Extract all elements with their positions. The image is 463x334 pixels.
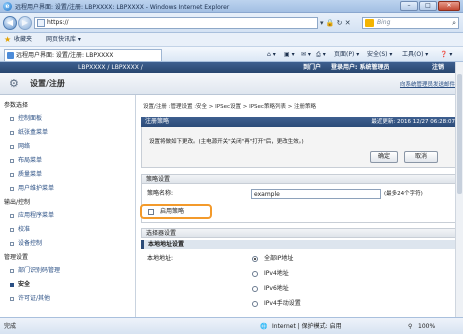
globe-icon: 🌐 <box>260 323 268 330</box>
status-bar: 完成 🌐 Internet | 保护模式: 启用 ⚲ 100% <box>0 317 463 334</box>
radio-ipv4-label: IPv4地址 <box>264 270 289 277</box>
sidebar-item-user-maintenance[interactable]: 用户维护菜单 <box>10 185 54 193</box>
policy-name-input[interactable] <box>251 189 381 199</box>
page-scrollbar[interactable] <box>455 62 463 317</box>
login-user: 登录用户: 系统管理员 <box>331 64 390 71</box>
zoom-icon[interactable]: ⚲ <box>408 318 412 334</box>
print-button[interactable]: ⎙ ▾ <box>316 51 326 59</box>
mail-button[interactable]: ✉ ▾ <box>301 51 311 59</box>
status-text: 完成 <box>4 323 17 330</box>
highlight-box <box>140 204 212 219</box>
sidebar-section-management: 管理设置 <box>4 254 29 261</box>
sidebar-item-department-id[interactable]: 部门识别码管理 <box>10 267 60 275</box>
browser-tab[interactable]: 远程用户界面: 设置/注册: LBPXXXX <box>4 49 162 61</box>
url-field[interactable]: https:// <box>34 17 318 29</box>
feeds-button[interactable]: ▣ ▾ <box>284 51 295 59</box>
sidebar-item-quality[interactable]: 质量菜单 <box>10 171 42 179</box>
sidebar-item-control-panel[interactable]: 控制面板 <box>10 115 42 123</box>
suggested-sites-link[interactable]: 网页快讯库 ▾ <box>46 36 81 44</box>
bing-icon <box>365 19 374 27</box>
cancel-button[interactable]: 取消 <box>404 151 438 163</box>
sidebar-item-license[interactable]: 许可证/其他 <box>10 295 50 303</box>
tab-page-icon <box>7 52 14 59</box>
portal-link[interactable]: 到门户 <box>303 62 321 73</box>
forward-button[interactable]: ▶ <box>18 16 32 30</box>
radio-ipv4-manual[interactable] <box>252 301 258 307</box>
logout-link[interactable]: 注销 <box>432 62 444 73</box>
sidebar: 参数选择 控制面板 纸张盒菜单 网络 布局菜单 质量菜单 用户维护菜单 输出/控… <box>0 95 136 317</box>
breadcrumb: 设置/注册 :管理设置 :安全 > IPSec设置 > IPSec策略列表 > … <box>143 104 317 110</box>
tab-command-bar: 远程用户界面: 设置/注册: LBPXXXX ⌂ ▾ ▣ ▾ ✉ ▾ ⎙ ▾ 页… <box>0 47 463 62</box>
address-bar: ◀ ▶ https:// ▾ 🔒 ↻ ✕ Bing ⌕ <box>0 13 463 33</box>
sidebar-item-calibration[interactable]: 校准 <box>10 226 30 234</box>
policy-name-hint: (最多24个字符) <box>384 191 423 197</box>
tools-menu[interactable]: 工具(O) ▾ <box>402 51 428 59</box>
policy-name-label: 策略名称: <box>147 190 174 197</box>
back-button[interactable]: ◀ <box>3 16 17 30</box>
radio-ipv4[interactable] <box>252 271 258 277</box>
search-icon[interactable]: ⌕ <box>452 19 456 27</box>
window-title: 远程用户界面: 设置/注册: LBPXXXX: LBPXXXX - Window… <box>15 4 230 11</box>
ok-button[interactable]: 确定 <box>370 151 398 163</box>
search-placeholder: Bing <box>377 19 391 26</box>
local-address-section-header: 本地地址设置 <box>141 240 459 249</box>
settings-gear-icon: ⚙ <box>9 77 19 90</box>
sidebar-item-layout[interactable]: 布局菜单 <box>10 157 42 165</box>
zone-text: Internet | 保护模式: 启用 <box>272 323 342 330</box>
device-name: LBPXXXX / LBPXXXX / <box>78 64 143 71</box>
local-address-label: 本地地址: <box>147 255 174 262</box>
window-titlebar: e 远程用户界面: 设置/注册: LBPXXXX: LBPXXXX - Wind… <box>0 0 463 13</box>
page-header: ⚙ 设置/注册 向系统管理员发送邮件 <box>0 73 463 95</box>
sidebar-item-device-control[interactable]: 设备控制 <box>10 240 42 248</box>
tab-title: 远程用户界面: 设置/注册: LBPXXXX <box>16 52 114 59</box>
panel-header: 注册策略 最近更新: 2016 12/27 06:28:07 <box>141 117 459 127</box>
device-header-strip: LBPXXXX / LBPXXXX / 到门户 登录用户: 系统管理员 注销 <box>0 62 463 73</box>
radio-ipv6-label: IPv6地址 <box>264 285 289 292</box>
page-content: LBPXXXX / LBPXXXX / 到门户 登录用户: 系统管理员 注销 ⚙… <box>0 62 463 317</box>
panel-title: 注册策略 <box>145 118 170 125</box>
notice-text: 设置将做如下更改。(主电源开关"关闭"再"打开"后，更改生效。) <box>149 139 304 145</box>
sidebar-section-preferences: 参数选择 <box>4 102 29 109</box>
safety-menu[interactable]: 安全(S) ▾ <box>367 51 392 59</box>
selector-section-header: 选择器设置 <box>141 228 459 238</box>
radio-all-ip-label: 全部IP地址 <box>264 255 294 262</box>
admin-mail-link[interactable]: 向系统管理员发送邮件 <box>400 81 455 89</box>
search-input[interactable]: Bing ⌕ <box>362 17 459 29</box>
sidebar-item-security[interactable]: 安全 <box>10 281 30 289</box>
help-button[interactable]: ❓ ▾ <box>440 51 452 59</box>
page-icon <box>37 19 45 27</box>
home-button[interactable]: ⌂ ▾ <box>267 51 276 59</box>
page-title: 设置/注册 <box>30 79 65 88</box>
radio-all-ip[interactable] <box>252 256 258 262</box>
radio-ipv4-manual-label: IPv4手动设置 <box>264 300 301 307</box>
sidebar-item-network[interactable]: 网络 <box>10 143 30 151</box>
minimize-button[interactable]: – <box>400 1 418 11</box>
page-menu[interactable]: 页面(P) ▾ <box>334 51 359 59</box>
sidebar-item-application[interactable]: 应用程序菜单 <box>10 212 54 220</box>
favorites-star-icon[interactable]: ★ <box>4 35 11 44</box>
close-button[interactable]: ✕ <box>438 1 460 11</box>
policy-section-header: 策略设置 <box>141 174 459 184</box>
maximize-button[interactable]: □ <box>419 1 437 11</box>
sidebar-section-output: 输出/控制 <box>4 199 31 206</box>
ie-logo-icon: e <box>3 2 12 11</box>
zoom-level[interactable]: 100% <box>418 318 435 334</box>
url-text: https:// <box>47 19 69 26</box>
url-tools[interactable]: ▾ 🔒 ↻ ✕ <box>320 17 351 29</box>
sidebar-item-paper-source[interactable]: 纸张盒菜单 <box>10 129 48 137</box>
favorites-button[interactable]: 收藏夹 <box>14 36 32 44</box>
scrollbar-thumb[interactable] <box>457 74 462 194</box>
favorites-bar: ★ 收藏夹 网页快讯库 ▾ <box>0 33 463 47</box>
radio-ipv6[interactable] <box>252 286 258 292</box>
last-updated: 最近更新: 2016 12/27 06:28:07 <box>371 119 455 125</box>
